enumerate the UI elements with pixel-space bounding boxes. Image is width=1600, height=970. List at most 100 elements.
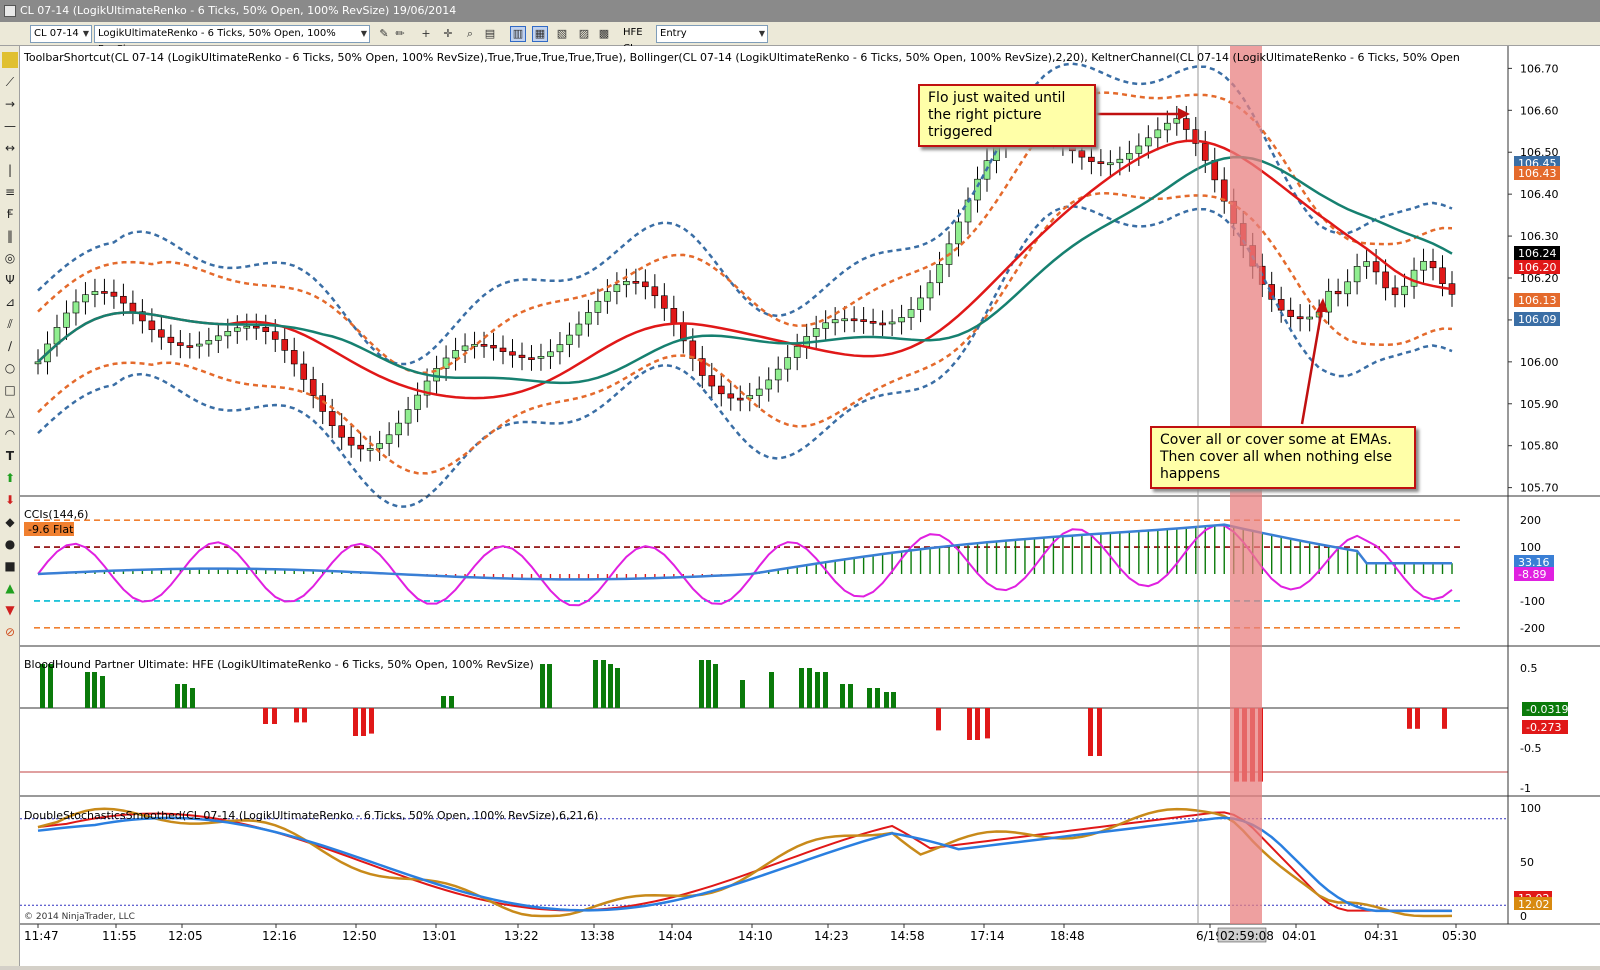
ray-tool-icon[interactable]: → <box>2 96 18 112</box>
down-candle <box>309 379 317 396</box>
gann-fan-icon[interactable]: ⊿ <box>2 294 18 310</box>
hfe-bar-negative <box>1442 708 1447 729</box>
arrow-down-icon[interactable]: ⬇ <box>2 492 18 508</box>
up-candle <box>63 312 70 328</box>
up-candle <box>1410 269 1418 287</box>
fib-extension-icon[interactable]: Ꞙ <box>2 206 18 222</box>
pencil-icon[interactable]: ✏ <box>392 26 408 42</box>
time-tick-label: 05:30 <box>1442 929 1477 943</box>
time-tick-label: 13:01 <box>422 929 457 943</box>
down-candle <box>1277 299 1285 311</box>
text-tool-icon[interactable]: T <box>2 448 18 464</box>
channel-icon[interactable]: ∕ <box>2 338 18 354</box>
time-zones-icon[interactable]: ‖ <box>2 228 18 244</box>
remove-drawings-icon[interactable]: ⊘ <box>2 624 18 640</box>
price-tag-label: 106.20 <box>1518 261 1557 274</box>
price-tick-label: 106.40 <box>1520 188 1559 201</box>
hfe-bar-positive <box>190 688 195 708</box>
down-candle <box>357 444 364 450</box>
hfe-bar-negative <box>353 708 358 736</box>
hfe-bar-positive <box>449 696 454 708</box>
up-candle <box>926 282 934 299</box>
vertical-line-icon[interactable]: | <box>2 162 18 178</box>
up-candle <box>888 321 896 325</box>
down-candle <box>281 339 289 351</box>
up-candle <box>196 343 203 347</box>
pitchfork-icon[interactable]: Ψ <box>2 272 18 288</box>
time-tick-label: 18:48 <box>1050 929 1085 943</box>
toolbox-icon[interactable] <box>2 52 18 68</box>
hfe-bar-negative <box>263 708 268 724</box>
hfe-bar-positive <box>547 664 552 708</box>
hfe-bar-negative <box>1415 708 1420 729</box>
crosshair-icon[interactable]: ✛ <box>440 26 456 42</box>
chart-trader-icon[interactable]: ▩ <box>596 26 612 42</box>
copyright-label: © 2014 NinjaTrader, LLC <box>24 912 135 922</box>
up-candle <box>376 443 383 449</box>
up-candle <box>793 346 801 358</box>
down-candle <box>651 286 659 297</box>
order-mode-selector[interactable]: Entry ▼ <box>656 25 768 43</box>
hfe-bar-positive <box>884 692 889 708</box>
down-candle <box>869 321 877 324</box>
strategies-icon[interactable]: ▧ <box>554 26 570 42</box>
square-icon[interactable]: ■ <box>2 558 18 574</box>
fibonacci-icon[interactable]: ≡ <box>2 184 18 200</box>
arrow-up-icon[interactable]: ⬆ <box>2 470 18 486</box>
time-tick-label: 17:14 <box>970 929 1005 943</box>
down-candle <box>186 345 194 348</box>
cci-tick-label: 200 <box>1520 514 1541 527</box>
horizontal-line-icon[interactable]: — <box>2 118 18 134</box>
time-tick-label: 14:04 <box>658 929 693 943</box>
up-candle <box>82 294 89 303</box>
period-selector[interactable]: LogikUltimateRenko - 6 Ticks, 50% Open, … <box>94 25 370 55</box>
instrument-selector[interactable]: CL 07-14 ▼ <box>30 25 92 43</box>
circles-icon[interactable]: ◎ <box>2 250 18 266</box>
up-candle <box>822 322 829 329</box>
save-icon[interactable]: ▨ <box>576 26 592 42</box>
rectangle-icon[interactable]: □ <box>2 382 18 398</box>
price-tick-label: 106.60 <box>1520 104 1559 117</box>
up-candle <box>755 388 763 396</box>
dot-icon[interactable]: ● <box>2 536 18 552</box>
strategy-label[interactable]: HFE CL <box>620 25 654 54</box>
hfe-bar-positive <box>615 668 620 708</box>
properties-icon[interactable]: ▤ <box>482 26 498 42</box>
hfe-bar-negative <box>936 708 941 731</box>
chart-canvas[interactable]: 106.70 106.60 106.50 106.40 106.30 106.20 106.… <box>20 46 1600 966</box>
up-candle <box>964 199 972 223</box>
extended-line-icon[interactable]: ↔ <box>2 140 18 156</box>
triangle-up-icon[interactable]: ▲ <box>2 580 18 596</box>
regression-icon[interactable]: ⫽ <box>2 316 18 332</box>
crosshair-button[interactable]: + <box>418 26 434 42</box>
bar-chart-icon[interactable]: ▥ <box>510 26 526 42</box>
down-candle <box>101 291 108 294</box>
down-candle <box>1429 260 1437 269</box>
diamond-icon[interactable]: ◆ <box>2 514 18 530</box>
zoom-icon[interactable]: ⌕ <box>462 26 478 42</box>
indicators-icon[interactable]: ▦ <box>532 26 548 42</box>
up-candle <box>452 350 459 359</box>
line-tool-icon[interactable]: ⟋ <box>2 74 18 90</box>
chart-toolbar: CL 07-14 ▼ LogikUltimateRenko - 6 Ticks, … <box>0 22 1600 55</box>
price-tick-label: 105.80 <box>1520 440 1559 453</box>
hfe-bar-negative <box>975 708 980 740</box>
up-candle <box>1107 162 1114 166</box>
crosshair-time-label: 02:59:08 <box>1220 929 1274 943</box>
triangle-down-icon[interactable]: ▼ <box>2 602 18 618</box>
down-candle <box>129 302 137 312</box>
up-candle <box>34 361 42 365</box>
price-tag-label: 106.09 <box>1518 313 1557 326</box>
draw-tool-button[interactable]: ✎ <box>376 26 392 42</box>
triangle-icon[interactable]: △ <box>2 404 18 420</box>
arc-icon[interactable]: ◠ <box>2 426 18 442</box>
down-candle <box>860 319 867 322</box>
window-title: CL 07-14 (LogikUltimateRenko - 6 Ticks, … <box>20 4 457 17</box>
up-candle <box>585 312 592 325</box>
down-candle <box>120 295 127 304</box>
ellipse-icon[interactable]: ○ <box>2 360 18 376</box>
price-tick-label: 106.00 <box>1520 356 1559 369</box>
down-candle <box>1182 118 1190 130</box>
down-candle <box>110 291 118 297</box>
hfe-bar-positive <box>540 664 545 708</box>
